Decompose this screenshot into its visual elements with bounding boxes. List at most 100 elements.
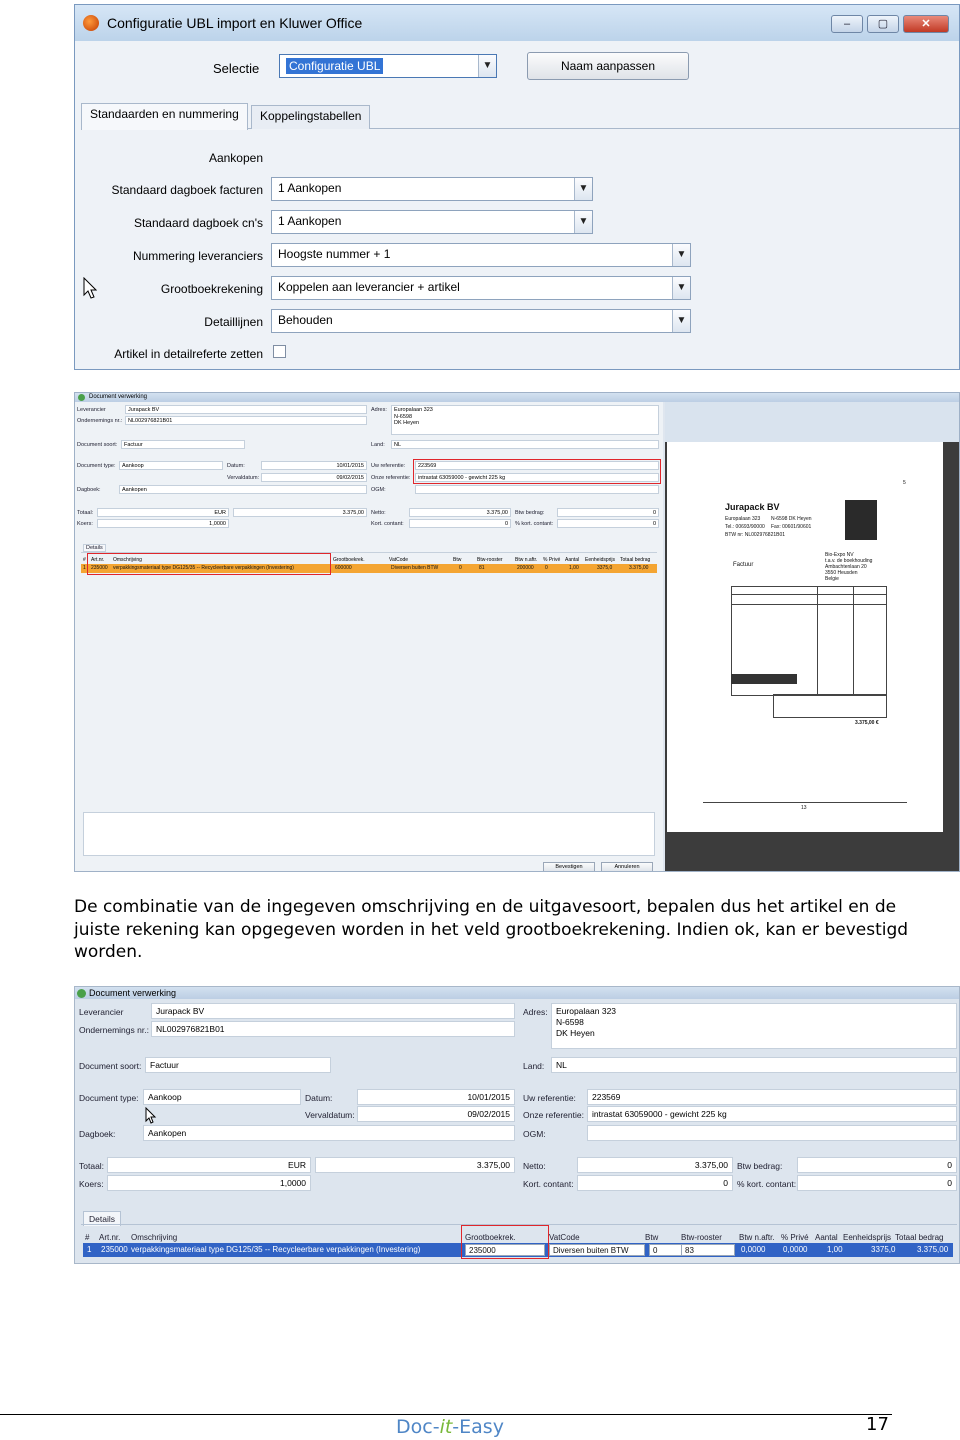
netto-field[interactable]: 3.375,00 xyxy=(409,508,511,517)
land-field[interactable]: NL xyxy=(391,440,659,449)
totaal-field[interactable]: 3.375,00 xyxy=(233,508,367,517)
koers-field[interactable]: 1,0000 xyxy=(97,519,229,528)
grid-header-vatcode: VatCode xyxy=(549,1233,580,1242)
grid-header-aantal: Aantal xyxy=(815,1233,838,1242)
chevron-down-icon[interactable]: ▼ xyxy=(478,55,496,77)
cell-btw[interactable]: 0 xyxy=(649,1244,683,1256)
dagboek-facturen-dropdown[interactable]: 1 Aankopen ▼ xyxy=(271,177,593,201)
document-type-field[interactable]: Aankoop xyxy=(119,461,223,470)
document-type-field[interactable]: Aankoop xyxy=(143,1089,301,1105)
totaal-currency-field[interactable]: EUR xyxy=(107,1157,311,1173)
detailreferte-checkbox[interactable] xyxy=(273,345,286,358)
naam-aanpassen-button[interactable]: Naam aanpassen xyxy=(527,52,689,80)
dagboek-field[interactable]: Aankopen xyxy=(119,485,367,494)
label-uw-referentie: Uw referentie: xyxy=(523,1093,576,1103)
chevron-down-icon[interactable]: ▼ xyxy=(672,244,690,266)
document-soort-field[interactable]: Factuur xyxy=(145,1057,331,1073)
invoice-preview-panel: 5 Jurapack BV Europalaan 323 N-6598 DK H… xyxy=(665,402,959,871)
preview-toolbar xyxy=(665,402,959,442)
label-pct-kort-contant: % kort. contant: xyxy=(737,1179,797,1189)
totaal-currency-field[interactable]: EUR xyxy=(97,508,229,517)
page-number: 17 xyxy=(866,1414,889,1435)
netto-field[interactable]: 3.375,00 xyxy=(577,1157,733,1173)
label-onze-referentie: Onze referentie: xyxy=(371,475,411,481)
invoice-fax: Fax: 00601/90601 xyxy=(771,524,812,530)
bevestigen-button[interactable]: Bevestigen xyxy=(543,862,595,871)
invoice-block xyxy=(731,674,797,684)
label-adres: Adres: xyxy=(371,407,387,413)
cell-vatcode[interactable]: Diversen buiten BTW xyxy=(549,1244,645,1256)
leverancier-field[interactable]: Jurapack BV xyxy=(125,405,367,414)
kort-contant-field[interactable]: 0 xyxy=(577,1175,733,1191)
koers-field[interactable]: 1,0000 xyxy=(107,1175,311,1191)
grootboekrekening-dropdown[interactable]: Koppelen aan leverancier + artikel ▼ xyxy=(271,276,691,300)
btw-bedrag-field[interactable]: 0 xyxy=(797,1157,957,1173)
checkbox-label-detailreferte: Artikel in detailreferte zetten xyxy=(114,347,263,361)
brand-doc: Doc- xyxy=(396,1416,440,1438)
adres-field[interactable]: Europalaan 323 N-6598 DK Heyen xyxy=(551,1003,957,1049)
annuleren-button[interactable]: Annuleren xyxy=(601,862,653,871)
totaal-field[interactable]: 3.375,00 xyxy=(315,1157,515,1173)
label-datum: Datum: xyxy=(305,1093,333,1103)
app-icon xyxy=(77,989,86,998)
leverancier-field[interactable]: Jurapack BV xyxy=(151,1003,515,1019)
label-pct-kort-contant: % kort. contant: xyxy=(515,521,554,527)
cell-prive: 0,0000 xyxy=(783,1245,808,1254)
btw-bedrag-field[interactable]: 0 xyxy=(557,508,659,517)
close-button[interactable]: ✕ xyxy=(903,15,949,33)
chevron-down-icon[interactable]: ▼ xyxy=(672,310,690,332)
field-label-detaillijnen: Detaillijnen xyxy=(204,315,263,329)
pct-kort-contant-field[interactable]: 0 xyxy=(797,1175,957,1191)
vervaldatum-field[interactable]: 09/02/2015 xyxy=(261,473,367,482)
brand-easy: -Easy xyxy=(452,1416,504,1438)
tab-koppelingstabellen[interactable]: Koppelingstabellen xyxy=(251,105,371,129)
invoice-totals-table xyxy=(773,694,887,718)
minimize-button[interactable]: – xyxy=(831,15,863,33)
ondernemings-field[interactable]: NL002976821B01 xyxy=(151,1021,515,1037)
cell-eenheidsprijs: 3375,0 xyxy=(871,1245,896,1254)
config-dialog-titlebar: Configuratie UBL import en Kluwer Office xyxy=(75,5,959,41)
label-dagboek: Dagboek: xyxy=(77,487,101,493)
tab-standaarden[interactable]: Standaarden en nummering xyxy=(81,103,248,130)
datum-field[interactable]: 10/01/2015 xyxy=(357,1089,515,1105)
label-ondernemings: Ondernemings nr.: xyxy=(79,1025,149,1035)
pct-kort-contant-field[interactable]: 0 xyxy=(557,519,659,528)
invoice-btw: BTW nr: NL002976821B01 xyxy=(725,532,786,538)
chevron-down-icon[interactable]: ▼ xyxy=(574,211,592,233)
invoice-table-rule xyxy=(853,586,854,696)
cell-btw-rooster[interactable]: 83 xyxy=(681,1244,735,1256)
tab-details[interactable]: Details xyxy=(83,544,106,552)
dagboek-field[interactable]: Aankopen xyxy=(143,1125,515,1141)
uw-referentie-field[interactable]: 223569 xyxy=(587,1089,957,1105)
land-field[interactable]: NL xyxy=(551,1057,957,1073)
grid-header-eenheidsprijs: Eenheidsprijs xyxy=(585,557,616,563)
notes-area[interactable] xyxy=(83,812,655,856)
grid-header-btw: Btw xyxy=(645,1233,659,1242)
ogm-field[interactable] xyxy=(415,485,659,494)
chevron-down-icon[interactable]: ▼ xyxy=(574,178,592,200)
detaillijnen-dropdown[interactable]: Behouden ▼ xyxy=(271,309,691,333)
selectie-dropdown[interactable]: Configuratie UBL ▼ xyxy=(279,54,497,78)
mouse-cursor-icon xyxy=(145,1107,157,1124)
datum-field[interactable]: 10/01/2015 xyxy=(261,461,367,470)
adres-field[interactable]: Europalaan 323 N-6598 DK Heyen xyxy=(391,405,659,435)
grid-header-btw: Btw xyxy=(453,557,462,563)
vervaldatum-field[interactable]: 09/02/2015 xyxy=(357,1106,515,1122)
cell-totaal: 3.375,00 xyxy=(629,565,649,571)
maximize-button[interactable]: ▢ xyxy=(867,15,899,33)
dagboek-cns-dropdown[interactable]: 1 Aankopen ▼ xyxy=(271,210,593,234)
chevron-down-icon[interactable]: ▼ xyxy=(672,277,690,299)
kort-contant-field[interactable]: 0 xyxy=(409,519,511,528)
onze-referentie-field[interactable]: intrastat 63059000 - gewicht 225 kg xyxy=(587,1106,957,1122)
ogm-field[interactable] xyxy=(587,1125,957,1141)
invoice-table-rule xyxy=(817,586,818,696)
mouse-cursor-icon xyxy=(83,277,97,299)
invoice-total: 3.375,00 € xyxy=(855,720,879,726)
adres-line-2: N-6598 xyxy=(556,1017,584,1027)
doc-window-title: Document verwerking xyxy=(89,988,177,998)
nummering-dropdown[interactable]: Hoogste nummer + 1 ▼ xyxy=(271,243,691,267)
document-soort-field[interactable]: Factuur xyxy=(121,440,245,449)
invoice-phone: Tel.: 00693/90000 xyxy=(725,524,765,530)
ondernemings-field[interactable]: NL002976821B01 xyxy=(125,416,367,425)
grid-header-index: # xyxy=(85,1233,90,1242)
